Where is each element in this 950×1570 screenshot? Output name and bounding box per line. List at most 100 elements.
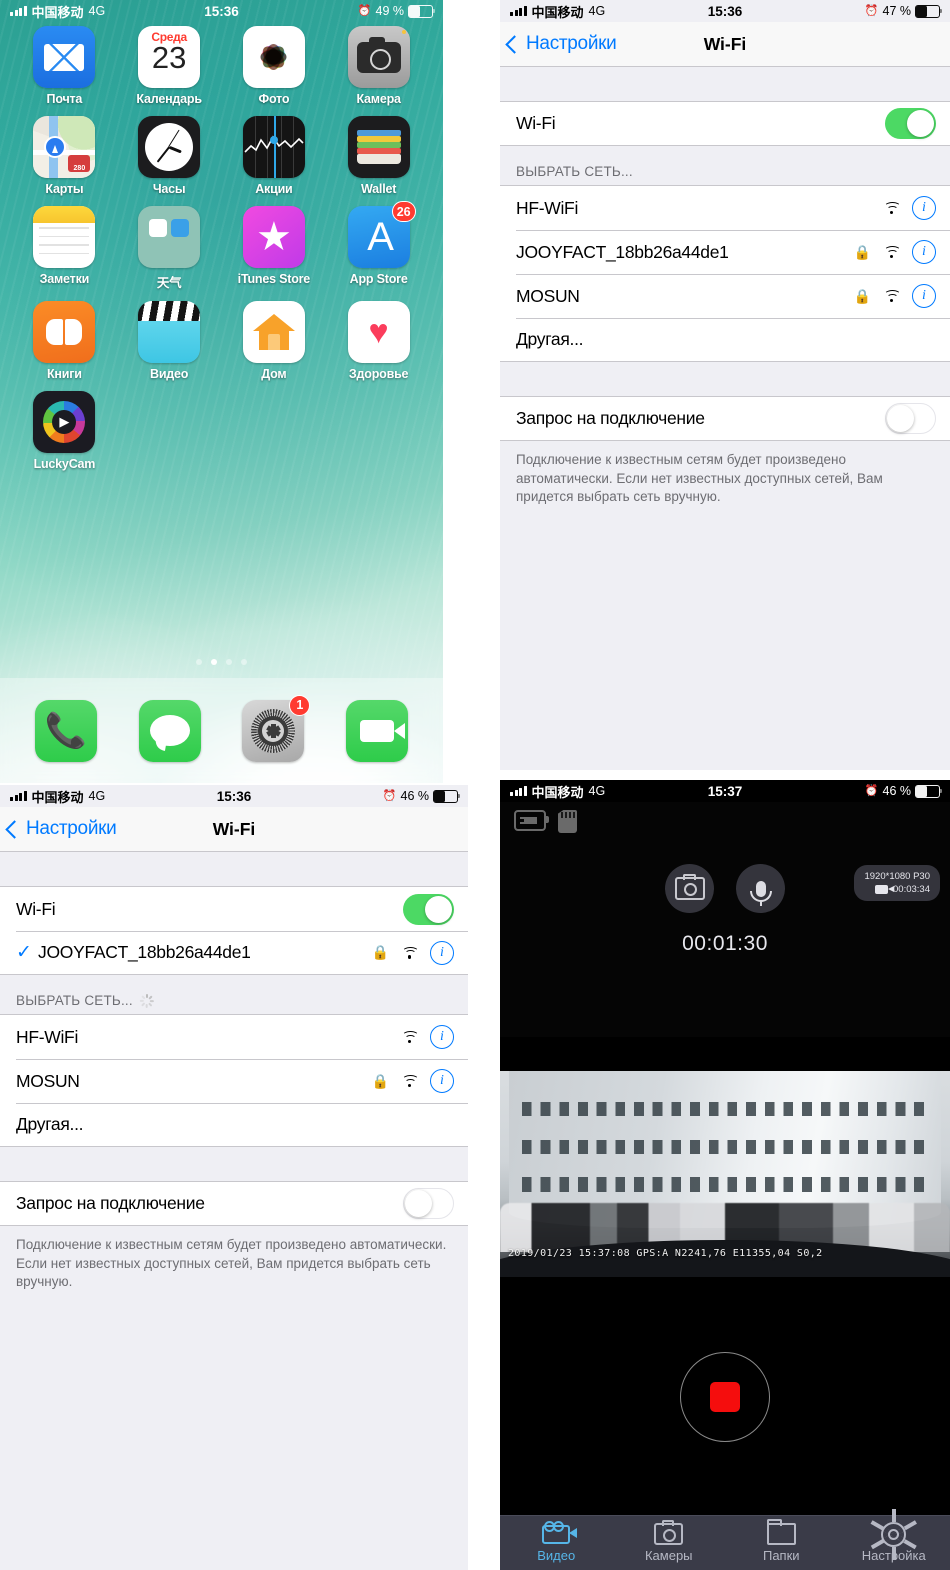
carrier-label: 中国移动 [31,789,84,805]
stop-square-icon [710,1381,740,1412]
tab-folders[interactable]: Папки [725,1519,838,1563]
network-row-jooyfact[interactable]: JOOYFACT_18bb26a44de1 🔒 i [500,230,950,274]
app-icon-home[interactable]: Дом [222,301,327,381]
connected-network-row[interactable]: ✓ JOOYFACT_18bb26a44de1 🔒 i [0,931,468,975]
app-icon-wallet[interactable]: Wallet [326,116,431,196]
page-indicator[interactable] [0,659,443,665]
app-label: Здоровье [348,367,409,381]
ask-to-join-row[interactable]: Запрос на подключение [0,1182,468,1226]
chevron-left-icon [5,819,24,839]
status-bar-home: 中国移动 4G 15:36 ⏰ 49 % [0,0,443,22]
resolution-label: 1920*1080 P30 [864,871,930,882]
app-icon-app-store[interactable]: A 26 App Store [326,201,431,291]
app-folder-weather[interactable]: 天气 [117,206,222,291]
network-info-button[interactable]: i [430,1025,454,1049]
app-icon-itunes-store[interactable]: ★ iTunes Store [222,206,327,291]
navigation-bar: Настройки Wi-Fi [0,807,468,852]
signal-bars-icon [10,6,27,16]
calendar-icon: Среда 23 [138,26,201,88]
network-ssid: MOSUN [516,285,580,306]
lock-icon: 🔒 [853,287,871,304]
live-video-preview[interactable]: 2019/01/23 15:37:08 GPS:A N2241,76 E1135… [500,1037,950,1277]
dock-item-settings[interactable]: 1 [242,694,311,762]
battery-icon [433,789,461,803]
wifi-toggle-row[interactable]: Wi-Fi [500,102,950,146]
tab-video[interactable]: Видео [500,1520,613,1563]
photo-camera-icon [654,1520,684,1545]
section-spacer [500,362,950,397]
calendar-day: 23 [151,40,187,75]
app-label: Часы [152,182,186,196]
app-label: Wallet [361,182,397,196]
status-bar-wifi-connected: 中国移动 4G 15:36 ⏰ 46 % [0,785,468,807]
photos-icon [242,26,305,88]
network-info-button[interactable]: i [430,940,454,965]
back-button-settings[interactable]: Настройки [500,33,617,55]
app-icon-notes[interactable]: Заметки [12,206,117,291]
app-icon-videos[interactable]: Видео [117,301,222,381]
stop-record-button[interactable] [680,1351,770,1442]
wifi-settings-connected-screen: 中国移动 4G 15:36 ⏰ 46 % Настройки Wi-Fi Wi-… [0,785,468,1570]
app-label: Книги [46,367,82,381]
health-icon: ♥ [347,301,410,363]
signal-bars-icon [510,786,527,796]
tab-settings[interactable]: Настройка [838,1521,950,1563]
network-info-button[interactable]: i [912,240,936,264]
dock-item-phone[interactable]: 📞 [34,699,97,762]
top-spacer [500,67,950,102]
page-dot[interactable] [226,659,232,665]
app-label: Карты [45,182,84,196]
app-icon-calendar[interactable]: Среда 23 Календарь [117,26,222,106]
network-row-other[interactable]: Другая... [0,1103,468,1147]
network-row-hf-wifi[interactable]: HF-WiFi i [0,1015,468,1059]
page-dot[interactable] [196,659,202,665]
page-dot[interactable] [241,659,247,665]
app-label: Акции [255,182,293,196]
other-network-label: Другая... [16,1114,84,1134]
back-button-settings[interactable]: Настройки [0,818,117,840]
ask-to-join-switch[interactable] [403,1188,454,1219]
app-label: Почта [46,92,83,106]
network-info-button[interactable]: i [430,1069,454,1093]
app-icon-photos[interactable]: Фото [222,26,327,106]
network-row-other[interactable]: Другая... [500,318,950,362]
wifi-toggle-switch[interactable] [885,108,936,139]
mail-icon [33,26,96,88]
app-label: Дом [261,367,287,381]
app-icon-health[interactable]: ♥ Здоровье [326,301,431,381]
app-label: Календарь [136,92,202,106]
microphone-button[interactable] [736,864,785,913]
video-camera-small-icon [875,885,895,894]
wifi-toggle-row[interactable]: Wi-Fi [0,887,468,931]
app-icon-stocks[interactable]: Акции [222,116,327,196]
carrier-label: 中国移动 [531,4,584,20]
app-icon-books[interactable]: Книги [12,301,117,381]
network-row-mosun[interactable]: MOSUN 🔒 i [0,1059,468,1103]
tab-cameras[interactable]: Камеры [613,1520,726,1563]
dock-item-facetime[interactable] [346,699,409,762]
network-type-label: 4G [588,4,606,18]
microphone-icon [749,880,772,906]
clip-length-label: 00:03:34 [893,884,930,895]
network-info-button[interactable]: i [912,284,936,308]
app-icon-maps[interactable]: 280 Карты [12,116,117,196]
network-info-button[interactable]: i [912,196,936,220]
ask-to-join-switch[interactable] [885,403,936,434]
page-dot-active[interactable] [211,659,217,665]
app-icon-luckycam[interactable]: ▶ LuckyCam [12,391,117,471]
ask-to-join-row[interactable]: Запрос на подключение [500,397,950,441]
app-icon-mail[interactable]: Почта [12,26,117,106]
battery-percent-label: 46 % [882,784,912,798]
app-icon-camera[interactable]: Камера [326,26,431,106]
network-row-hf-wifi[interactable]: HF-WiFi i [500,186,950,230]
network-row-mosun[interactable]: MOSUN 🔒 i [500,274,950,318]
alarm-icon: ⏰ [864,4,879,17]
snapshot-button[interactable] [665,864,714,913]
maps-icon: 280 [33,116,96,178]
chevron-left-icon [505,34,524,54]
app-icon-clock[interactable]: Часы [117,116,222,196]
ask-to-join-label: Запрос на подключение [516,408,705,428]
wifi-toggle-switch[interactable] [403,893,454,925]
messages-icon [138,699,201,762]
dock-item-messages[interactable] [138,699,201,762]
